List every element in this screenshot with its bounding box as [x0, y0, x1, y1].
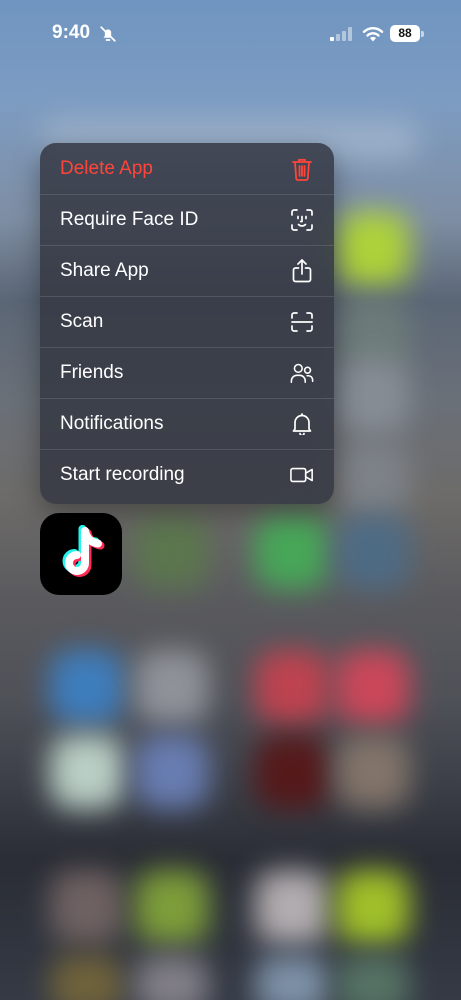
menu-item-delete-app[interactable]: Delete App: [40, 143, 334, 194]
menu-item-label: Require Face ID: [60, 209, 199, 230]
battery-cap: [421, 31, 424, 37]
menu-item-label: Notifications: [60, 413, 164, 434]
blurred-app-icon: [336, 515, 410, 589]
menu-item-share-app[interactable]: Share App: [40, 245, 334, 296]
bell-slash-icon: [100, 26, 116, 42]
tiktok-app-icon[interactable]: [40, 513, 122, 595]
blurred-app-icon: [336, 735, 410, 809]
share-icon: [290, 259, 314, 283]
blurred-app-icon: [135, 735, 209, 809]
menu-item-label: Scan: [60, 311, 104, 332]
blurred-app-icon: [336, 650, 410, 724]
app-context-menu: Delete App Require Face ID Share App Sca…: [40, 143, 334, 504]
blurred-app-icon: [135, 515, 209, 589]
menu-item-scan[interactable]: Scan: [40, 296, 334, 347]
blurred-app-icon: [255, 650, 329, 724]
home-screen: 9:40 88 Delete App Require Face ID Share…: [0, 0, 461, 1000]
face-id-icon: [290, 208, 314, 232]
friends-icon: [290, 361, 314, 385]
status-bar: 9:40 88: [0, 0, 461, 70]
bell-icon: [290, 412, 314, 436]
blurred-app-icon: [135, 870, 209, 944]
menu-item-label: Delete App: [60, 157, 153, 179]
blurred-app-icon: [255, 735, 329, 809]
trash-icon: [290, 157, 314, 181]
menu-item-friends[interactable]: Friends: [40, 347, 334, 398]
blurred-app-icon: [336, 360, 410, 434]
wifi-icon: [362, 27, 384, 42]
menu-item-require-face-id[interactable]: Require Face ID: [40, 194, 334, 245]
cellular-signal-icon: [330, 27, 352, 41]
scan-icon: [290, 310, 314, 334]
blurred-app-icon: [336, 440, 410, 514]
battery-icon: 88: [390, 25, 420, 42]
blurred-app-icon: [50, 650, 124, 724]
menu-item-start-recording[interactable]: Start recording: [40, 449, 334, 500]
tiktok-logo-icon: [62, 525, 105, 577]
blurred-app-icon: [255, 955, 329, 1000]
blurred-app-icon: [50, 735, 124, 809]
blurred-app-icon: [336, 212, 410, 286]
blurred-app-icon: [135, 650, 209, 724]
blurred-app-icon: [336, 870, 410, 944]
blurred-app-icon: [50, 870, 124, 944]
battery-level: 88: [398, 26, 412, 40]
menu-item-label: Share App: [60, 260, 149, 281]
blurred-app-icon: [50, 955, 124, 1000]
menu-item-notifications[interactable]: Notifications: [40, 398, 334, 449]
blurred-app-icon: [255, 515, 329, 589]
menu-item-label: Friends: [60, 362, 124, 383]
blurred-app-icon: [336, 955, 410, 1000]
blurred-app-icon: [255, 870, 329, 944]
blurred-app-icon: [135, 955, 209, 1000]
status-time: 9:40: [52, 22, 91, 43]
video-camera-icon: [290, 463, 314, 487]
menu-item-label: Start recording: [60, 464, 185, 485]
